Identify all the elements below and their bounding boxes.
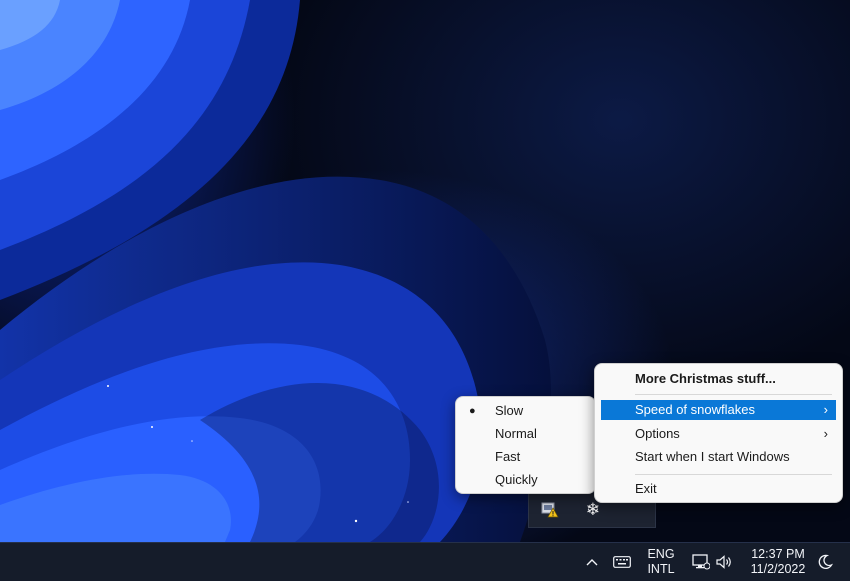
language-line2: INTL — [647, 562, 675, 576]
menu-separator — [635, 474, 832, 475]
clock[interactable]: 12:37 PM 11/2/2022 — [742, 545, 814, 579]
submenu-item-fast[interactable]: Fast — [456, 446, 595, 468]
network-icon[interactable] — [690, 552, 712, 572]
submenu-item-slow[interactable]: ● Slow — [456, 400, 595, 422]
menu-item-label: More Christmas stuff... — [635, 371, 776, 386]
submenu-item-label: Quickly — [495, 472, 538, 487]
app-warning-icon[interactable] — [539, 499, 561, 521]
menu-item-label: Start when I start Windows — [635, 449, 790, 464]
taskbar: ENG INTL 12:37 PM 11/2/2022 — [0, 542, 850, 581]
menu-item-label: Options — [635, 426, 680, 441]
submenu-item-label: Slow — [495, 403, 524, 418]
moon-icon[interactable] — [814, 552, 836, 572]
chevron-up-icon[interactable] — [582, 553, 602, 571]
menu-item-options[interactable]: Options › — [601, 423, 836, 445]
submenu-arrow-icon: › — [823, 402, 828, 417]
menu-separator — [635, 394, 832, 395]
menu-item-label: Speed of snowflakes — [635, 402, 755, 417]
selected-bullet-icon: ● — [469, 405, 476, 417]
menu-item-speed-of-snowflakes[interactable]: Speed of snowflakes › — [601, 400, 836, 420]
menu-item-exit[interactable]: Exit — [601, 478, 836, 500]
menu-item-more-christmas-stuff[interactable]: More Christmas stuff... — [601, 368, 836, 390]
tray-context-menu: More Christmas stuff... Speed of snowfla… — [594, 363, 843, 503]
submenu-item-label: Fast — [495, 449, 521, 464]
keyboard-icon[interactable] — [610, 552, 634, 572]
speed-submenu: ● Slow Normal Fast Quickly — [455, 396, 596, 494]
clock-date: 11/2/2022 — [750, 562, 806, 576]
snowflake-glyph: ❄ — [585, 500, 601, 520]
language-line1: ENG — [647, 547, 675, 561]
clock-time: 12:37 PM — [751, 547, 805, 561]
volume-icon[interactable] — [714, 552, 736, 572]
menu-item-label: Exit — [635, 481, 657, 496]
language-indicator[interactable]: ENG INTL — [642, 545, 680, 579]
submenu-item-quickly[interactable]: Quickly — [456, 469, 595, 491]
submenu-arrow-icon: › — [823, 426, 828, 441]
submenu-item-label: Normal — [495, 426, 537, 441]
menu-item-start-with-windows[interactable]: Start when I start Windows — [601, 446, 836, 468]
submenu-item-normal[interactable]: Normal — [456, 423, 595, 445]
